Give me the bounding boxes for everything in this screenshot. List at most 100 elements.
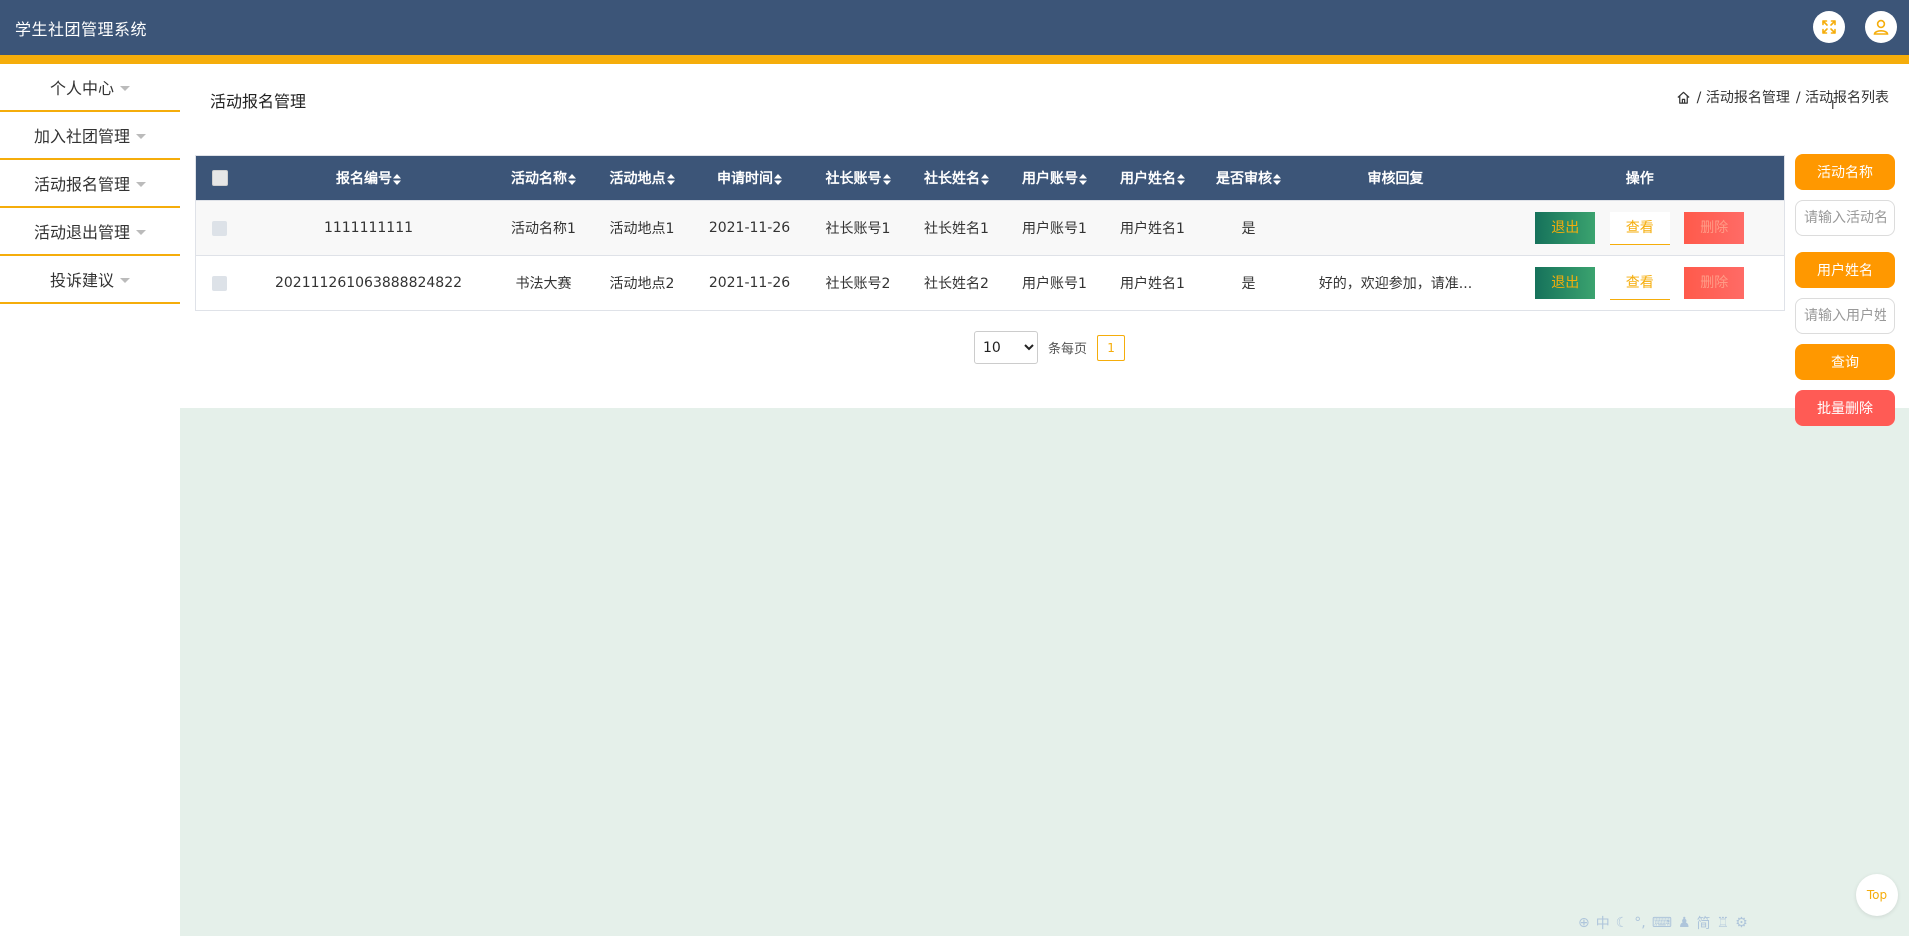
query-button[interactable]: 查询 xyxy=(1795,344,1895,380)
header-label: 用户账号 xyxy=(1022,171,1078,187)
select-all-checkbox[interactable] xyxy=(211,170,228,186)
cell-user-account: 用户账号1 xyxy=(1005,200,1104,256)
ime-user-icon[interactable]: ♟ xyxy=(1678,915,1691,931)
ime-logo-icon[interactable]: ⊕ xyxy=(1578,915,1590,931)
delete-button[interactable]: 删除 xyxy=(1684,267,1745,299)
header-reviewed[interactable]: 是否审核 xyxy=(1201,155,1296,201)
user-button[interactable] xyxy=(1865,11,1897,43)
back-to-top-button[interactable]: Top xyxy=(1856,874,1898,916)
cell-review-reply xyxy=(1295,200,1496,256)
table-row: 1111111111 活动名称1 活动地点1 2021-11-26 社长账号1 … xyxy=(195,200,1785,256)
cell-user-account: 用户账号1 xyxy=(1005,255,1104,311)
home-icon[interactable] xyxy=(1676,90,1691,105)
user-icon xyxy=(1873,19,1889,35)
sidebar-item-complaints[interactable]: 投诉建议 xyxy=(0,256,180,304)
search-panel: 活动名称 用户姓名 查询 批量删除 xyxy=(1795,154,1895,426)
header-select-all[interactable] xyxy=(195,155,244,201)
ime-settings-icon[interactable]: ⚙ xyxy=(1735,915,1748,931)
ime-punct-icon[interactable]: °, xyxy=(1634,915,1645,931)
row-select-cell[interactable] xyxy=(195,200,244,256)
cell-user-name: 用户姓名1 xyxy=(1103,255,1202,311)
caret-down-icon xyxy=(136,133,146,139)
sort-icon[interactable] xyxy=(568,173,576,185)
activity-name-label: 活动名称 xyxy=(1795,154,1895,190)
header-label: 活动名称 xyxy=(511,171,567,187)
mouse-cursor-icon: I xyxy=(1831,98,1835,112)
header-activity-place[interactable]: 活动地点 xyxy=(593,155,691,201)
ime-chinese-toggle[interactable]: 中 xyxy=(1596,913,1610,933)
header-apply-time[interactable]: 申请时间 xyxy=(690,155,809,201)
header-user-name[interactable]: 用户姓名 xyxy=(1103,155,1202,201)
sidebar-item-activity-exit[interactable]: 活动退出管理 xyxy=(0,208,180,256)
signup-table: 报名编号 活动名称 活动地点 申请时间 社长账号 社长姓名 用户账号 用户姓名 … xyxy=(195,155,1785,311)
ime-toolbar: ⊕ 中 ☾ °, ⌨ ♟ 简 ♖ ⚙ xyxy=(1578,912,1748,934)
cell-activity-place: 活动地点2 xyxy=(593,255,691,311)
ime-keyboard-icon[interactable]: ⌨ xyxy=(1652,915,1672,931)
header-label: 是否审核 xyxy=(1216,171,1272,187)
sort-icon[interactable] xyxy=(1079,173,1087,185)
breadcrumb: / 活动报名管理 / 活动报名列表 xyxy=(1676,87,1889,107)
cell-leader-account: 社长账号1 xyxy=(808,200,908,256)
user-name-input[interactable] xyxy=(1795,298,1895,334)
sidebar-item-label: 加入社团管理 xyxy=(33,127,130,146)
view-button[interactable]: 查看 xyxy=(1609,211,1670,245)
cell-signup-id: 1111111111 xyxy=(243,200,494,256)
header-leader-name[interactable]: 社长姓名 xyxy=(907,155,1006,201)
row-checkbox[interactable] xyxy=(212,275,228,291)
sidebar-item-activity-signup[interactable]: 活动报名管理 xyxy=(0,160,180,208)
sort-icon[interactable] xyxy=(1273,173,1281,185)
header-review-reply: 审核回复 xyxy=(1295,155,1496,201)
cell-activity-name: 书法大赛 xyxy=(493,255,594,311)
sort-icon[interactable] xyxy=(393,173,401,185)
delete-button[interactable]: 删除 xyxy=(1684,212,1745,244)
header-label: 社长账号 xyxy=(825,171,882,187)
breadcrumb-item[interactable]: / 活动报名管理 xyxy=(1697,87,1790,107)
row-select-cell[interactable] xyxy=(195,255,244,311)
cell-reviewed: 是 xyxy=(1201,200,1296,256)
ime-moon-icon[interactable]: ☾ xyxy=(1616,915,1629,931)
exit-button[interactable]: 退出 xyxy=(1535,212,1596,244)
header-activity-name[interactable]: 活动名称 xyxy=(493,155,594,201)
header-label: 申请时间 xyxy=(717,171,773,187)
sidebar-item-label: 个人中心 xyxy=(49,79,114,98)
view-button[interactable]: 查看 xyxy=(1609,266,1670,300)
sidebar-item-personal-center[interactable]: 个人中心 xyxy=(0,64,180,112)
app-title: 学生社团管理系统 xyxy=(15,20,148,39)
cell-apply-time: 2021-11-26 xyxy=(690,200,809,256)
sidebar-item-label: 活动报名管理 xyxy=(33,175,130,194)
page-size-select[interactable]: 10 xyxy=(974,331,1038,364)
header-accent-stripe xyxy=(0,55,1909,64)
sidebar-item-join-club[interactable]: 加入社团管理 xyxy=(0,112,180,160)
header-label: 审核回复 xyxy=(1367,171,1424,187)
header-user-account[interactable]: 用户账号 xyxy=(1005,155,1104,201)
sort-icon[interactable] xyxy=(774,173,782,185)
sort-icon[interactable] xyxy=(666,173,675,185)
cell-leader-name: 社长姓名2 xyxy=(907,255,1006,311)
header-signup-id[interactable]: 报名编号 xyxy=(243,155,494,201)
header-actions: 操作 xyxy=(1495,155,1785,201)
page-number-button[interactable]: 1 xyxy=(1097,334,1126,361)
cell-reviewed: 是 xyxy=(1201,255,1296,311)
sort-icon[interactable] xyxy=(981,173,989,185)
activity-name-input[interactable] xyxy=(1795,200,1895,236)
cell-leader-account: 社长账号2 xyxy=(808,255,908,311)
caret-down-icon xyxy=(136,181,146,187)
fullscreen-button[interactable] xyxy=(1813,11,1845,43)
pagination: 10 条每页 1 xyxy=(974,331,1126,364)
ime-simplified-toggle[interactable]: 简 xyxy=(1697,913,1711,933)
cell-review-reply: 好的，欢迎参加，请准... xyxy=(1295,255,1496,311)
cell-user-name: 用户姓名1 xyxy=(1103,200,1202,256)
sort-icon[interactable] xyxy=(882,173,891,185)
ime-skin-icon[interactable]: ♖ xyxy=(1717,915,1730,931)
batch-delete-button[interactable]: 批量删除 xyxy=(1795,390,1895,426)
exit-button[interactable]: 退出 xyxy=(1535,267,1596,299)
header-label: 操作 xyxy=(1625,171,1654,187)
sort-icon[interactable] xyxy=(1177,173,1185,185)
breadcrumb-item-current: / 活动报名列表 xyxy=(1795,90,1889,106)
sidebar-item-label: 投诉建议 xyxy=(49,271,114,290)
table-header-row: 报名编号 活动名称 活动地点 申请时间 社长账号 社长姓名 用户账号 用户姓名 … xyxy=(195,155,1785,201)
row-checkbox[interactable] xyxy=(212,220,228,236)
cell-leader-name: 社长姓名1 xyxy=(907,200,1006,256)
header-leader-account[interactable]: 社长账号 xyxy=(808,155,908,201)
expand-icon xyxy=(1822,20,1836,34)
